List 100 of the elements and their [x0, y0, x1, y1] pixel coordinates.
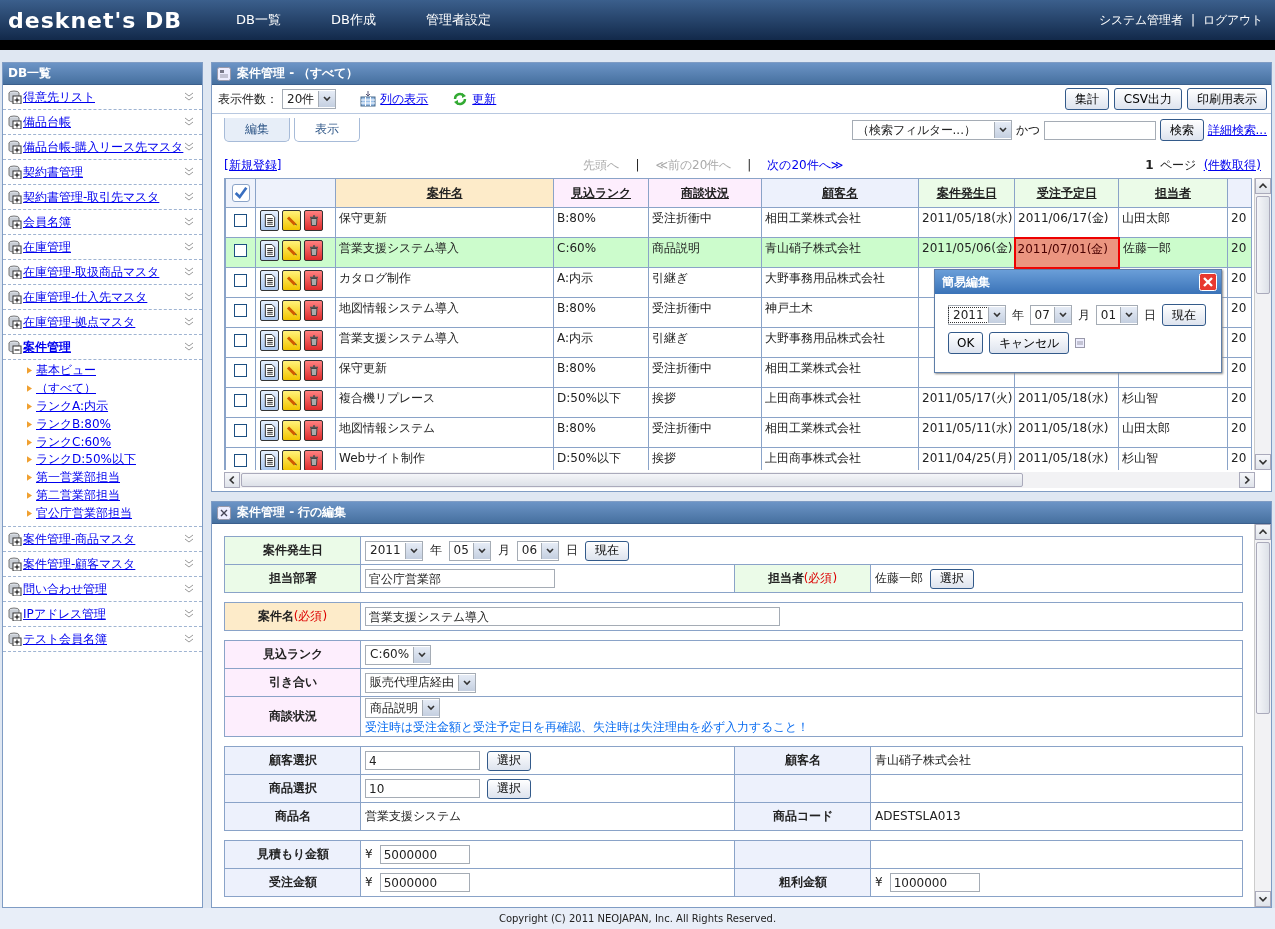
view-tab[interactable]: 表示: [294, 118, 360, 142]
scroll-right-icon[interactable]: [1239, 472, 1255, 488]
search-button[interactable]: 検索: [1159, 119, 1204, 141]
database-plus-icon[interactable]: [8, 532, 22, 547]
database-plus-icon[interactable]: [8, 90, 22, 104]
column-header[interactable]: 顧客名: [761, 178, 919, 208]
refresh-link[interactable]: 更新: [472, 90, 497, 108]
database-plus-icon[interactable]: [8, 290, 22, 304]
row-checkbox[interactable]: [234, 364, 247, 377]
database-plus-icon[interactable]: [8, 115, 22, 129]
pencil-icon[interactable]: [282, 240, 301, 261]
input-field[interactable]: 営業支援システム導入: [365, 607, 780, 626]
document-icon[interactable]: [260, 450, 279, 470]
vertical-scrollbar[interactable]: [1254, 524, 1271, 907]
column-header[interactable]: 受注予定日: [1014, 178, 1119, 208]
database-plus-icon[interactable]: [8, 557, 22, 572]
sidebar-sublink[interactable]: ランクA:内示: [36, 398, 109, 415]
document-icon[interactable]: [260, 390, 279, 411]
count-link[interactable]: (件数取得): [1203, 156, 1261, 174]
select-field[interactable]: 商品説明: [365, 698, 440, 718]
toolbar-button[interactable]: CSV出力: [1113, 88, 1182, 110]
row-checkbox[interactable]: [234, 274, 247, 287]
trash-icon[interactable]: [304, 210, 323, 231]
sidebar-sublink[interactable]: 基本ビュー: [36, 362, 96, 380]
day-select[interactable]: 01: [1095, 305, 1139, 325]
database-plus-icon[interactable]: [8, 582, 22, 597]
column-header[interactable]: 見込ランク: [553, 178, 649, 208]
view-tab[interactable]: 編集: [224, 118, 290, 142]
trash-icon[interactable]: [304, 270, 323, 291]
row-checkbox[interactable]: [234, 334, 247, 347]
toolbar-button[interactable]: 印刷用表示: [1187, 88, 1267, 110]
year-select[interactable]: 2011: [365, 540, 423, 561]
sidebar-sublink[interactable]: ランクC:60%: [36, 433, 112, 451]
trash-icon[interactable]: [304, 420, 323, 441]
new-record-link[interactable]: [新規登録]: [224, 156, 282, 174]
database-plus-icon[interactable]: [8, 190, 22, 204]
vertical-scrollbar[interactable]: [1254, 178, 1271, 470]
document-icon[interactable]: [260, 270, 279, 291]
input-field[interactable]: 4: [365, 751, 480, 770]
sidebar-link[interactable]: 得意先リスト: [23, 88, 184, 106]
pencil-icon[interactable]: [282, 390, 301, 411]
sidebar-sublink[interactable]: （すべて）: [36, 380, 96, 398]
column-header[interactable]: 案件名: [335, 178, 554, 208]
sidebar-sublink[interactable]: 第二営業部担当: [36, 486, 120, 504]
sidebar-link[interactable]: 問い合わせ管理: [23, 580, 184, 598]
column-header[interactable]: 担当者: [1118, 178, 1228, 208]
trash-icon[interactable]: [304, 330, 323, 351]
database-plus-icon[interactable]: [8, 215, 22, 229]
logout-link[interactable]: ログアウト: [1203, 11, 1263, 29]
sidebar-link[interactable]: 備品台帳: [23, 113, 184, 131]
select-field[interactable]: 販売代理店経由: [365, 672, 476, 693]
row-checkbox[interactable]: [234, 244, 247, 257]
sidebar-link[interactable]: 在庫管理-取扱商品マスタ: [23, 263, 184, 281]
trash-icon[interactable]: [304, 390, 323, 411]
database-plus-icon[interactable]: [8, 240, 22, 254]
sidebar-link[interactable]: 在庫管理-仕入先マスタ: [23, 288, 184, 306]
sidebar-link[interactable]: 在庫管理-拠点マスタ: [23, 313, 184, 331]
columns-link[interactable]: 列の表示: [380, 90, 429, 108]
sidebar-sublink[interactable]: ランクD:50%以下: [36, 451, 136, 469]
nav-link[interactable]: DB作成: [330, 11, 376, 29]
search-field[interactable]: [1043, 120, 1156, 140]
pencil-icon[interactable]: [282, 330, 301, 351]
sidebar-link[interactable]: 案件管理: [23, 338, 184, 356]
scroll-left-icon[interactable]: [224, 472, 240, 488]
month-select[interactable]: 07: [1029, 305, 1072, 325]
select-field[interactable]: C:60%: [365, 644, 432, 665]
sidebar-link[interactable]: 契約書管理-取引先マスタ: [23, 188, 184, 206]
pencil-icon[interactable]: [282, 210, 301, 231]
year-select[interactable]: 2011: [948, 305, 1006, 325]
document-icon[interactable]: [260, 420, 279, 441]
advanced-search-link[interactable]: 詳細検索...: [1207, 121, 1267, 139]
database-plus-icon[interactable]: [8, 265, 22, 279]
document-icon[interactable]: [260, 360, 279, 381]
horizontal-scrollbar[interactable]: [224, 472, 1255, 488]
database-plus-icon[interactable]: [8, 632, 22, 647]
month-select[interactable]: 05: [448, 540, 491, 561]
small-window-icon[interactable]: [1075, 338, 1086, 348]
sidebar-link[interactable]: 在庫管理: [23, 238, 184, 256]
sidebar-link[interactable]: IPアドレス管理: [23, 605, 184, 623]
scroll-up-icon[interactable]: [1255, 524, 1271, 540]
row-checkbox[interactable]: [234, 214, 247, 227]
sidebar-link[interactable]: 契約書管理: [23, 163, 184, 181]
select-all-checkbox[interactable]: [231, 184, 250, 202]
database-plus-icon[interactable]: [8, 140, 22, 154]
nav-link[interactable]: DB一覧: [236, 11, 281, 29]
row-checkbox[interactable]: [234, 424, 247, 437]
scroll-up-icon[interactable]: [1255, 178, 1271, 194]
scroll-down-icon[interactable]: [1255, 454, 1271, 470]
column-header[interactable]: 案件発生日: [918, 178, 1015, 208]
sidebar-sublink[interactable]: 第一営業部担当: [36, 469, 120, 487]
trash-icon[interactable]: [304, 450, 323, 470]
sidebar-link[interactable]: テスト会員名簿: [23, 630, 184, 648]
document-icon[interactable]: [260, 210, 279, 231]
trash-icon[interactable]: [304, 240, 323, 261]
select-button[interactable]: 選択: [930, 568, 974, 589]
pencil-icon[interactable]: [282, 450, 301, 470]
scroll-down-icon[interactable]: [1255, 891, 1271, 907]
sidebar-sublink[interactable]: ランクB:80%: [36, 415, 111, 433]
document-icon[interactable]: [260, 300, 279, 321]
sidebar-link[interactable]: 備品台帳-購入リース先マスタ: [23, 138, 184, 156]
